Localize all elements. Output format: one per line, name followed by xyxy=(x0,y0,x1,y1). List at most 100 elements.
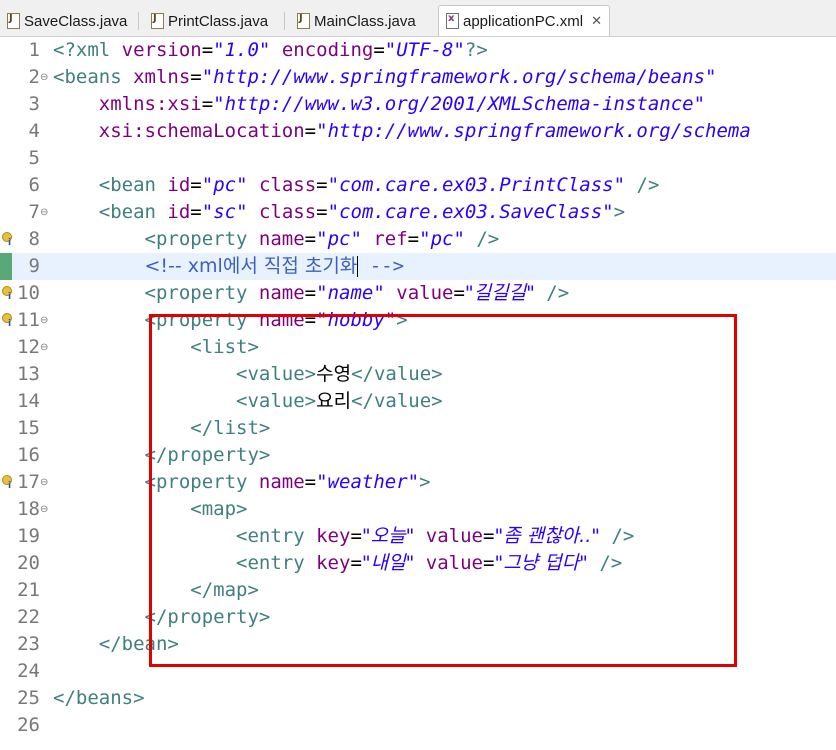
line-number: 26 xyxy=(17,714,40,736)
line-number: 1 xyxy=(28,39,40,61)
warning-marker-icon[interactable] xyxy=(2,475,12,491)
code-line: 22 </property> xyxy=(0,604,836,631)
tab-divider xyxy=(284,12,285,30)
code-line: 7 ⊖ <bean id="sc" class="com.care.ex03.S… xyxy=(0,199,836,226)
tab-applicationpc-xml[interactable]: applicationPC.xml ✕ xyxy=(438,5,610,36)
line-number: 12 xyxy=(17,336,40,358)
tab-divider xyxy=(138,12,139,30)
xml-file-icon xyxy=(445,13,459,29)
code-line: 25 </beans> xyxy=(0,685,836,712)
code-line: 11 ⊖ <property name="hobby"> xyxy=(0,307,836,334)
line-number: 14 xyxy=(17,390,40,412)
line-number: 24 xyxy=(17,660,40,682)
code-line: 23 </bean> xyxy=(0,631,836,658)
prop-name-value: "길길길" xyxy=(464,282,535,304)
xml-comment-end: --> xyxy=(358,255,405,277)
warning-marker-icon[interactable] xyxy=(2,286,12,302)
code-line: 15 </list> xyxy=(0,415,836,442)
fold-toggle-icon[interactable]: ⊖ xyxy=(40,496,48,523)
code-line: 1 <?xml version="1.0" encoding="UTF-8"?> xyxy=(0,37,836,64)
prop-pc-ref: "pc" xyxy=(419,228,465,250)
prop-name-name: name xyxy=(327,282,374,304)
bean-pc-class: "com.care.ex03.PrintClass" xyxy=(327,174,626,196)
code-line: 10 <property name="name" value="길길길" /> xyxy=(0,280,836,307)
entry-value: "좀 괜찮아.." xyxy=(494,525,600,547)
fold-toggle-icon[interactable]: ⊖ xyxy=(40,469,48,496)
code-line: 13 <value>수영</value> xyxy=(0,361,836,388)
line-number: 10 xyxy=(17,282,40,304)
code-line: 26 xyxy=(0,712,836,739)
bean-sc-id: "sc" xyxy=(201,201,248,223)
entry-value: "그냥 덥다" xyxy=(494,552,588,574)
line-number: 22 xyxy=(17,606,40,628)
code-line: 21 </map> xyxy=(0,577,836,604)
current-code-line: 9 <!-- xml에서 직접 초기화 --> xyxy=(0,253,836,280)
line-number: 4 xyxy=(28,120,40,142)
line-number: 15 xyxy=(17,417,40,439)
code-line: 3 xmlns:xsi="http://www.w3.org/2001/XMLS… xyxy=(0,91,836,118)
prop-pc-name: "pc" xyxy=(316,228,362,250)
code-line: 20 <entry key="내일" value="그냥 덥다" /> xyxy=(0,550,836,577)
beans-schemalocation-value: "http://www.springframework.org/schema xyxy=(316,120,751,142)
bean-pc-id: "pc" xyxy=(201,174,248,196)
line-number: 6 xyxy=(28,174,40,196)
code-line: 2 ⊖ <beans xmlns="http://www.springframe… xyxy=(0,64,836,91)
code-line: 24 xyxy=(0,658,836,685)
tab-printclass[interactable]: PrintClass.java xyxy=(150,6,268,36)
editor-tab-bar: SaveClass.java PrintClass.java MainClass… xyxy=(0,0,836,37)
beans-xmlns-value: "http://www.springframework.org/schema/b… xyxy=(201,66,717,88)
code-line: 17 ⊖ <property name="weather"> xyxy=(0,469,836,496)
line-number: 9 xyxy=(28,255,40,277)
warning-marker-icon[interactable] xyxy=(2,232,12,248)
fold-toggle-icon[interactable]: ⊖ xyxy=(40,199,48,226)
bean-sc-class: "com.care.ex03.SaveClass" xyxy=(327,201,614,223)
xml-version-value: "1.0" xyxy=(213,39,271,61)
tab-saveclass[interactable]: SaveClass.java xyxy=(6,6,127,36)
java-file-icon xyxy=(150,13,164,29)
line-number: 23 xyxy=(17,633,40,655)
line-number: 8 xyxy=(28,228,40,250)
line-number: 7 xyxy=(28,201,40,223)
code-line: 18 ⊖ <map> xyxy=(0,496,836,523)
fold-toggle-icon[interactable]: ⊖ xyxy=(40,307,48,334)
fold-toggle-icon[interactable]: ⊖ xyxy=(40,334,48,361)
code-line: 4 xsi:schemaLocation="http://www.springf… xyxy=(0,118,836,145)
fold-toggle-icon[interactable]: ⊖ xyxy=(40,64,48,91)
prop-weather-name: weather xyxy=(327,471,408,493)
prop-hobby-name: hobby xyxy=(327,309,385,331)
tab-label: SaveClass.java xyxy=(24,12,128,30)
java-file-icon xyxy=(296,13,310,29)
line-number: 3 xyxy=(28,93,40,115)
beans-xsi-value: "http://www.w3.org/2001/XMLSchema-instan… xyxy=(213,93,706,115)
list-value: 수영 xyxy=(316,363,352,385)
line-number: 13 xyxy=(17,363,40,385)
code-line: 14 <value>요리</value> xyxy=(0,388,836,415)
code-line: 6 <bean id="pc" class="com.care.ex03.Pri… xyxy=(0,172,836,199)
line-number: 18 xyxy=(17,498,40,520)
warning-marker-icon[interactable] xyxy=(2,313,12,329)
xml-comment: <!-- xml에서 직접 초기화 xyxy=(144,255,358,277)
line-number: 19 xyxy=(17,525,40,547)
close-icon[interactable]: ✕ xyxy=(591,13,602,29)
code-line: 16 </property> xyxy=(0,442,836,469)
list-value: 요리 xyxy=(316,390,352,412)
tab-label: applicationPC.xml xyxy=(463,12,584,30)
code-line: 12 ⊖ <list> xyxy=(0,334,836,361)
line-number: 20 xyxy=(17,552,40,574)
code-line: 19 <entry key="오늘" value="좀 괜찮아.." /> xyxy=(0,523,836,550)
line-number: 11 xyxy=(17,309,40,331)
line-number: 17 xyxy=(17,471,40,493)
line-number: 5 xyxy=(28,147,40,169)
xml-editor[interactable]: 1 <?xml version="1.0" encoding="UTF-8"?>… xyxy=(0,37,836,750)
code-line: 5 xyxy=(0,145,836,172)
xml-encoding-value: "UTF-8" xyxy=(384,39,465,61)
line-number: 16 xyxy=(17,444,40,466)
entry-key: "오늘" xyxy=(361,525,415,547)
code-line: 8 <property name="pc" ref="pc" /> xyxy=(0,226,836,253)
tab-mainclass[interactable]: MainClass.java xyxy=(296,6,416,36)
change-marker-icon xyxy=(0,253,12,280)
line-number: 25 xyxy=(17,687,40,709)
tab-label: MainClass.java xyxy=(314,12,416,30)
tab-label: PrintClass.java xyxy=(168,12,269,30)
line-number: 2 xyxy=(28,66,40,88)
